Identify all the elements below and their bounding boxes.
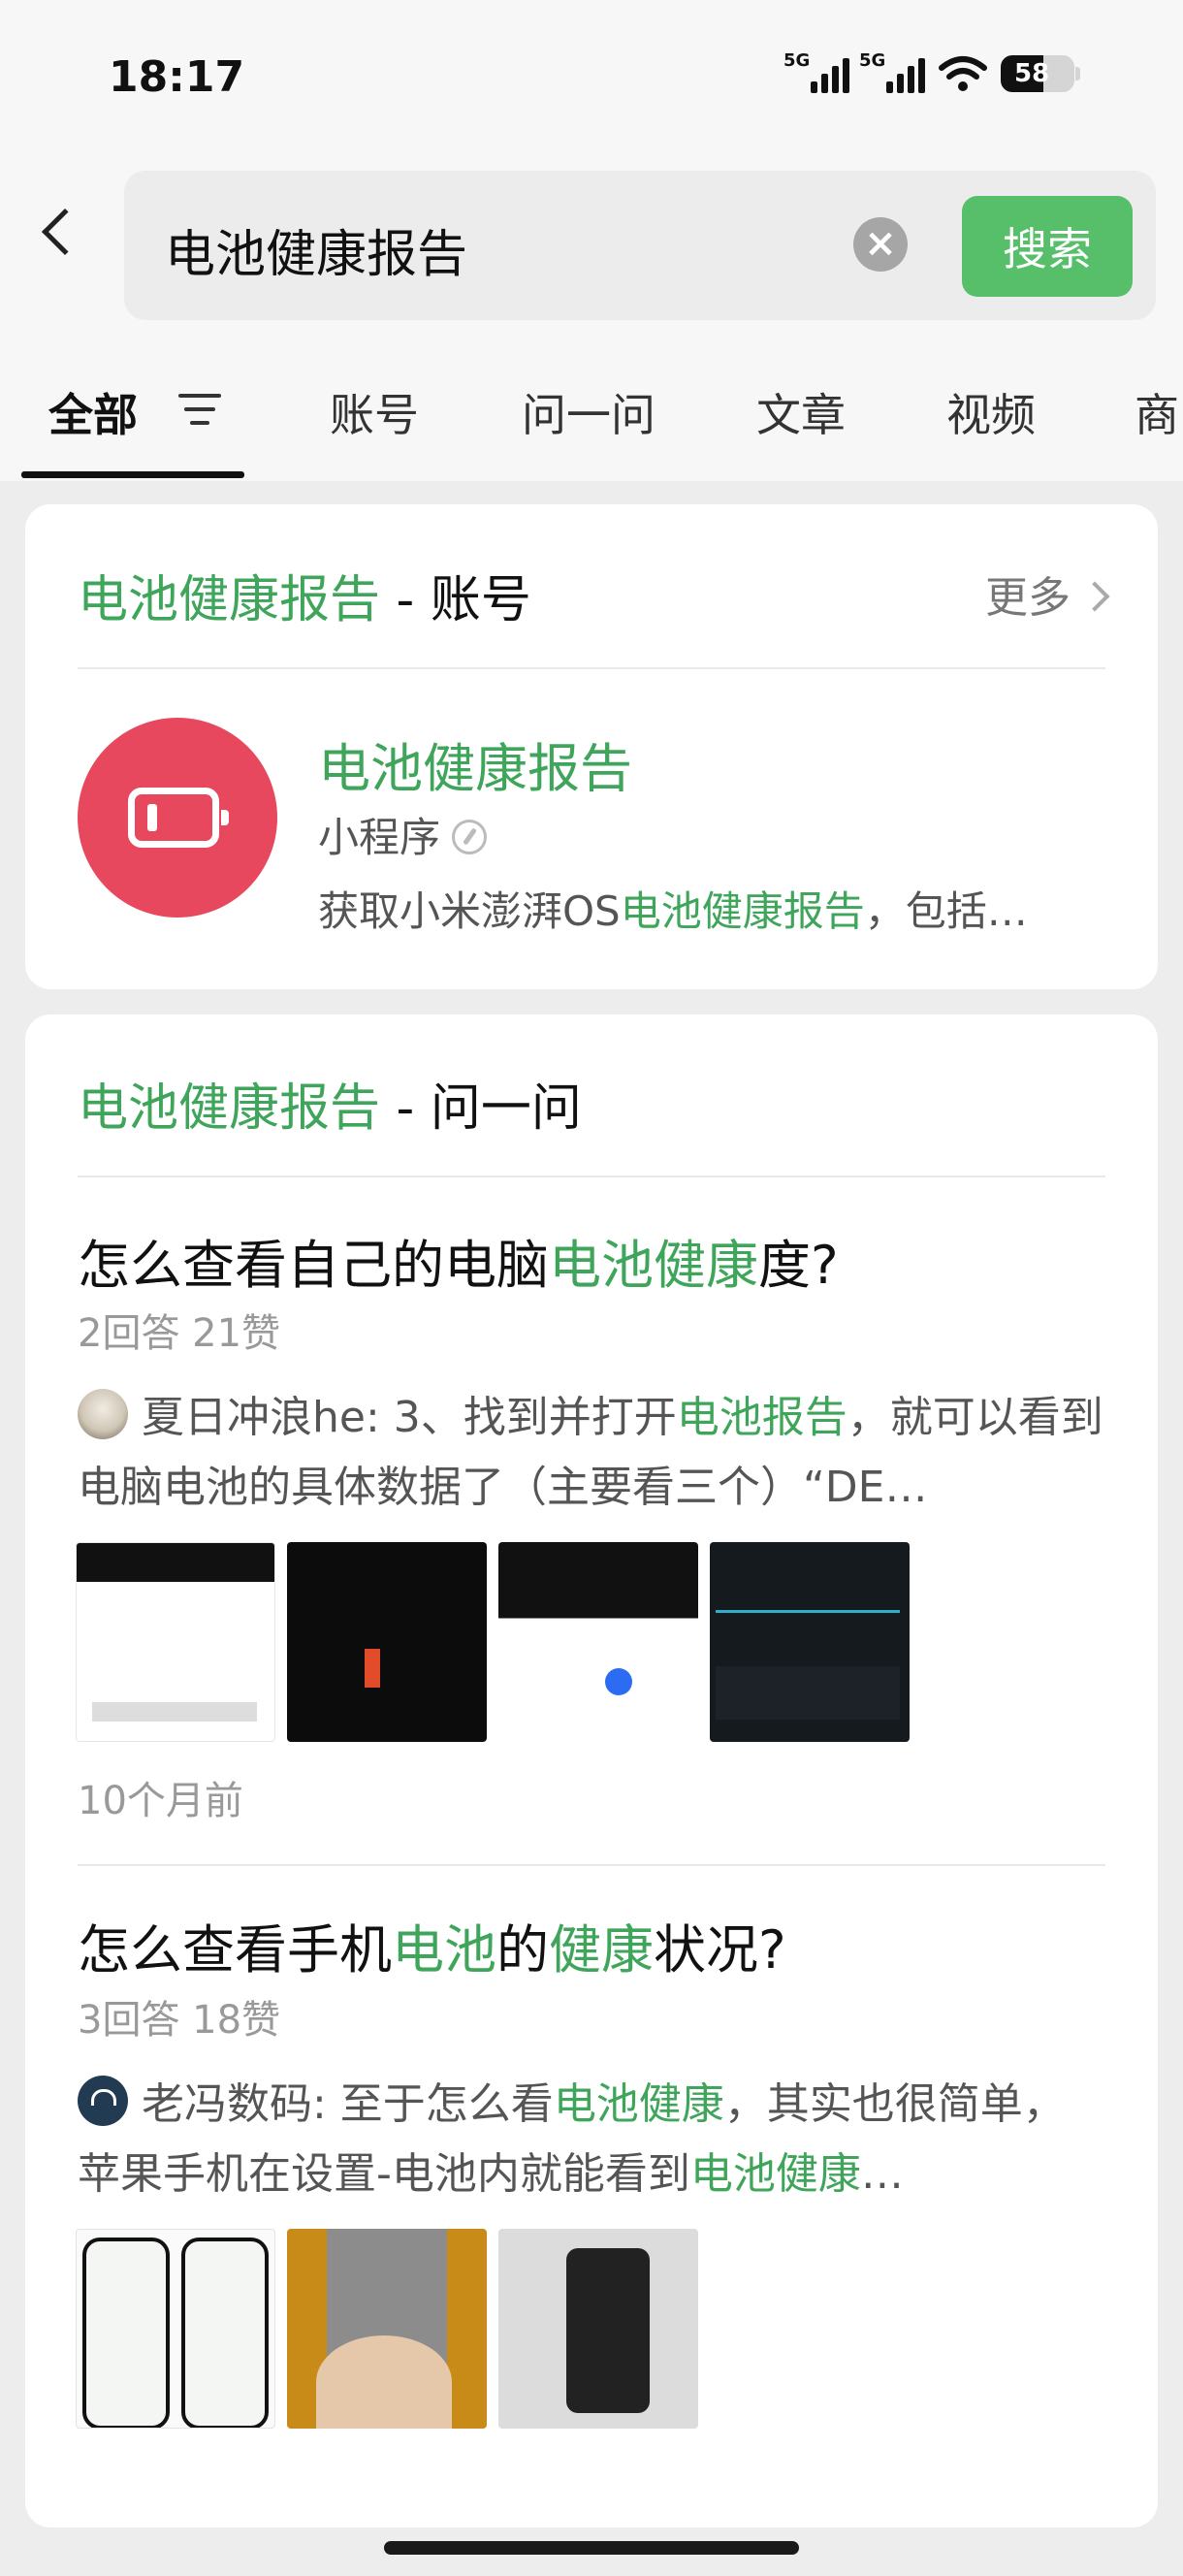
mini-program-icon bbox=[452, 819, 488, 854]
status-time: 18:17 bbox=[109, 52, 245, 102]
wifi-icon bbox=[939, 56, 987, 91]
account-card: 电池健康报告 - 账号 更多 电池健康报告 小程序 获取小米澎湃OS电池健康报告… bbox=[25, 504, 1158, 989]
answer-images bbox=[76, 1542, 910, 1742]
tab-bar: 全部 账号 问一问 文章 视频 商 bbox=[0, 359, 1183, 481]
tab-all[interactable]: 全部 bbox=[48, 380, 138, 444]
user-avatar bbox=[78, 2076, 128, 2126]
answer-images bbox=[76, 2229, 698, 2429]
answer-image[interactable] bbox=[287, 2229, 487, 2429]
status-icons: 5G 5G 58 bbox=[783, 50, 1080, 93]
clear-icon[interactable]: × bbox=[853, 217, 908, 272]
answer-preview[interactable]: 老冯数码: 至于怎么看电池健康，其实也很简单，苹果手机在设置-电池内就能看到电池… bbox=[78, 2070, 1105, 2209]
answer-image[interactable] bbox=[287, 1542, 487, 1742]
tab-shop[interactable]: 商 bbox=[1135, 380, 1179, 444]
ask-card: 电池健康报告 - 问一问 怎么查看自己的电脑电池健康度? 2回答 21赞 夏日冲… bbox=[25, 1014, 1158, 2528]
battery-logo-icon bbox=[128, 788, 229, 848]
home-indicator[interactable] bbox=[384, 2541, 799, 2555]
answer-image[interactable] bbox=[498, 1542, 698, 1742]
divider bbox=[78, 1864, 1105, 1866]
search-input[interactable]: 电池健康报告 × 搜索 bbox=[124, 171, 1156, 320]
account-avatar[interactable] bbox=[78, 718, 277, 918]
section-title: 电池健康报告 - 问一问 bbox=[78, 1079, 582, 1138]
tab-account[interactable]: 账号 bbox=[330, 380, 419, 444]
account-name[interactable]: 电池健康报告 bbox=[318, 725, 632, 802]
question-stats: 3回答 18赞 bbox=[78, 1998, 281, 2043]
question-stats: 2回答 21赞 bbox=[78, 1311, 281, 1356]
answer-image[interactable] bbox=[76, 1542, 275, 1742]
question-title[interactable]: 怎么查看自己的电脑电池健康度? bbox=[78, 1222, 839, 1299]
tab-active-indicator bbox=[21, 471, 244, 478]
answer-image[interactable] bbox=[710, 1542, 910, 1742]
filter-icon[interactable] bbox=[176, 394, 223, 435]
cellular-signal-icon-2: 5G bbox=[859, 50, 925, 93]
search-button[interactable]: 搜索 bbox=[962, 196, 1133, 297]
section-title: 电池健康报告 - 账号 bbox=[78, 571, 531, 629]
search-query[interactable]: 电池健康报告 bbox=[165, 213, 467, 286]
answer-image[interactable] bbox=[76, 2229, 275, 2429]
user-avatar bbox=[78, 1389, 128, 1439]
tab-ask[interactable]: 问一问 bbox=[522, 380, 655, 444]
divider bbox=[78, 1175, 1105, 1177]
answer-image[interactable] bbox=[498, 2229, 698, 2429]
account-type: 小程序 bbox=[318, 805, 488, 864]
question-time: 10个月前 bbox=[78, 1779, 243, 1823]
battery-icon: 58 bbox=[1001, 55, 1080, 92]
tab-video[interactable]: 视频 bbox=[946, 380, 1036, 444]
chevron-right-icon bbox=[1079, 581, 1110, 612]
account-description: 获取小米澎湃OS电池健康报告，包括… bbox=[318, 887, 1028, 935]
tab-article[interactable]: 文章 bbox=[756, 380, 846, 444]
answer-preview[interactable]: 夏日冲浪he: 3、找到并打开电池报告，就可以看到电脑电池的具体数据了（主要看三… bbox=[78, 1383, 1105, 1523]
question-title[interactable]: 怎么查看手机电池的健康状况? bbox=[78, 1907, 786, 1983]
more-link[interactable]: 更多 bbox=[985, 563, 1110, 625]
cellular-signal-icon: 5G bbox=[783, 50, 849, 93]
divider bbox=[78, 667, 1105, 669]
